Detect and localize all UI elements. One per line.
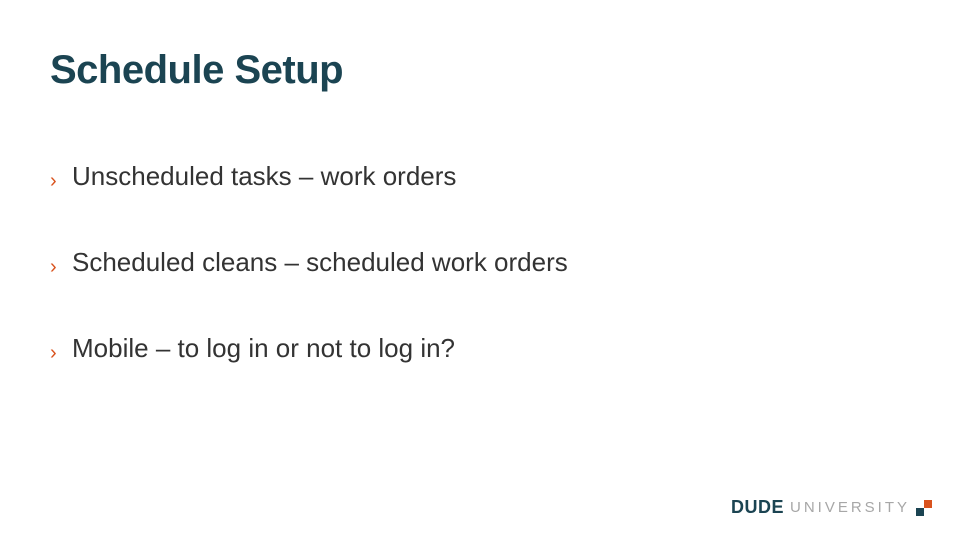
chevron-right-icon: › bbox=[50, 257, 72, 277]
chevron-right-icon: › bbox=[50, 171, 72, 191]
slide: Schedule Setup › Unscheduled tasks – wor… bbox=[0, 0, 960, 540]
chevron-right-icon: › bbox=[50, 343, 72, 363]
logo-mark-icon bbox=[916, 500, 932, 516]
bullet-list: › Unscheduled tasks – work orders › Sche… bbox=[50, 160, 870, 417]
bullet-text: Mobile – to log in or not to log in? bbox=[72, 332, 455, 366]
list-item: › Scheduled cleans – scheduled work orde… bbox=[50, 246, 870, 280]
logo-brand-bold: DUDE bbox=[731, 497, 784, 518]
bullet-text: Scheduled cleans – scheduled work orders bbox=[72, 246, 568, 280]
footer-logo: DUDE UNIVERSITY bbox=[731, 497, 932, 518]
list-item: › Unscheduled tasks – work orders bbox=[50, 160, 870, 194]
logo-brand-light: UNIVERSITY bbox=[790, 499, 910, 516]
list-item: › Mobile – to log in or not to log in? bbox=[50, 332, 870, 366]
bullet-text: Unscheduled tasks – work orders bbox=[72, 160, 456, 194]
slide-title: Schedule Setup bbox=[50, 48, 343, 93]
